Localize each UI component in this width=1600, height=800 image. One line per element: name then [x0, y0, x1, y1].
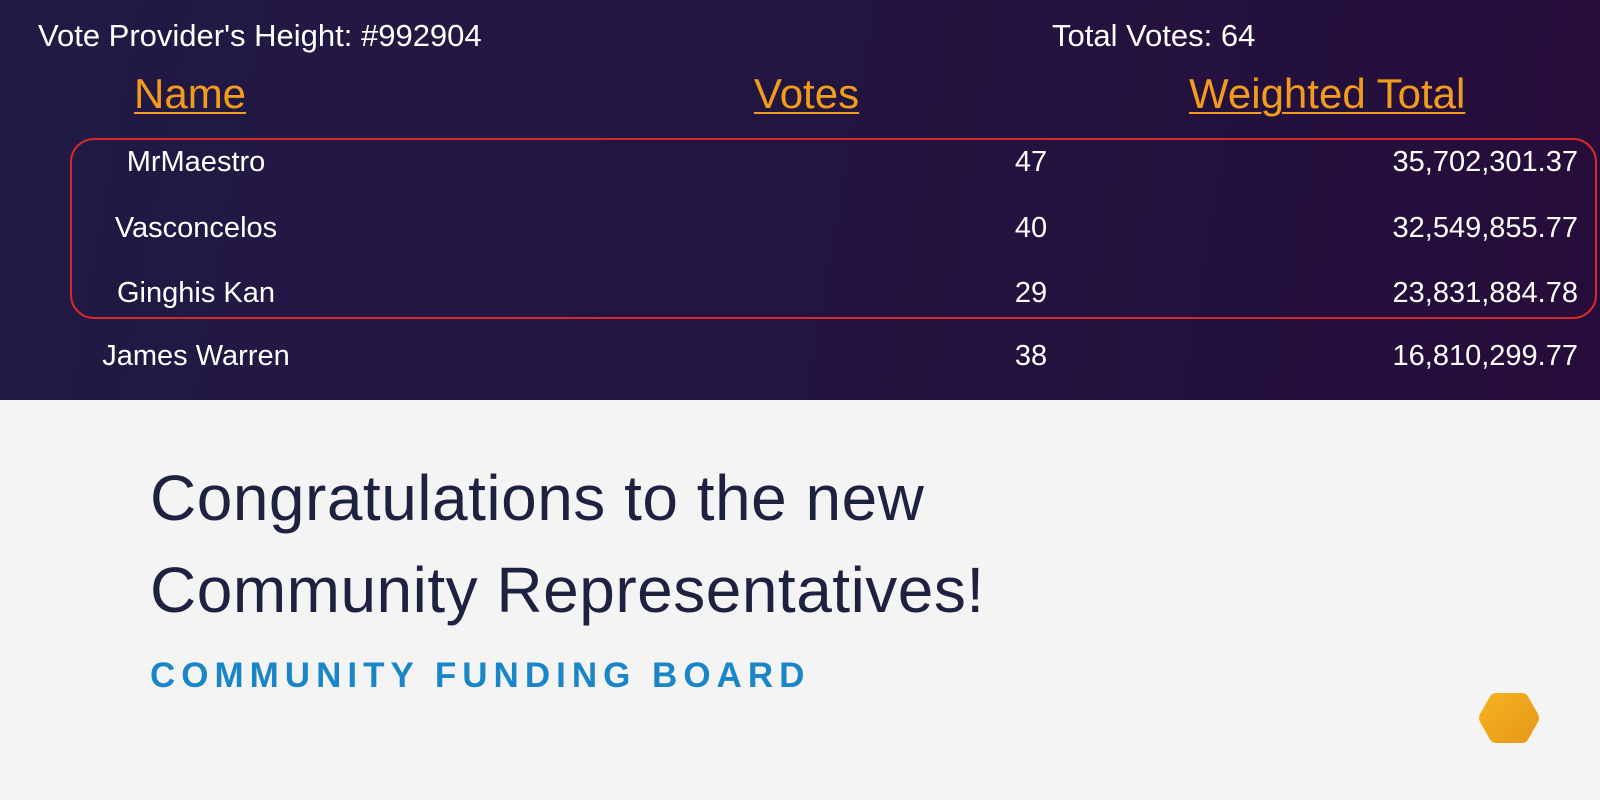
candidate-votes: 38 [1014, 340, 1048, 372]
hexagon-icon [1479, 693, 1539, 743]
name-column-header[interactable]: Name [134, 70, 246, 118]
provider-height-label: Vote Provider's Height: #992904 [38, 18, 482, 53]
candidate-weighted-total: 16,810,299.77 [1392, 340, 1578, 372]
candidate-name: James Warren [102, 340, 290, 372]
table-row: James Warren 38 16,810,299.77 [0, 340, 1600, 380]
congratulations-headline: Congratulations to the new Community Rep… [150, 452, 1250, 636]
headline-line-1: Congratulations to the new [150, 462, 925, 534]
winners-highlight-box [70, 138, 1597, 319]
headline-line-2: Community Representatives! [150, 554, 985, 626]
weighted-total-column-header[interactable]: Weighted Total [1189, 70, 1465, 118]
votes-column-header[interactable]: Votes [754, 70, 859, 118]
total-votes-label: Total Votes: 64 [1052, 18, 1256, 53]
organization-name: COMMUNITY FUNDING BOARD [150, 656, 811, 695]
vote-results-panel: Vote Provider's Height: #992904 Total Vo… [0, 0, 1600, 400]
